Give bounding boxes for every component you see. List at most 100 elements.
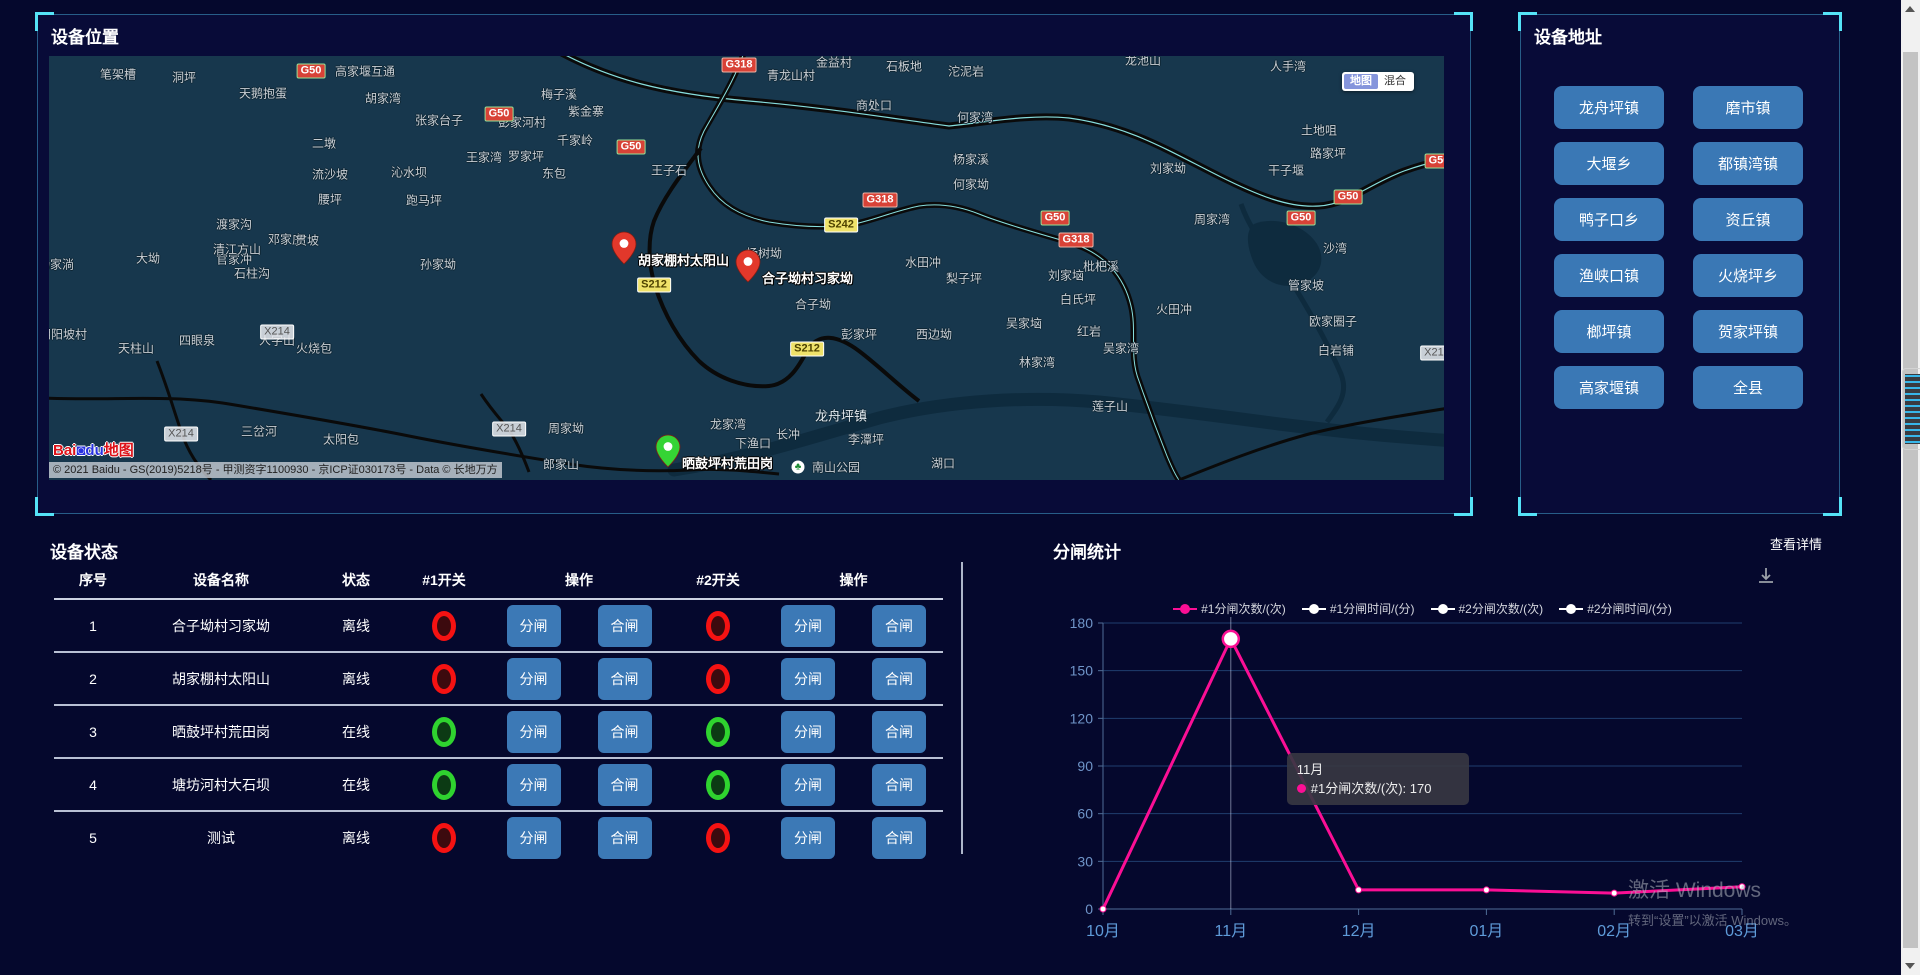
map-pin-label: 合子坳村习家坳 bbox=[762, 268, 853, 287]
map-place-label: 沱泥岩 bbox=[948, 63, 984, 80]
page-scrollbar[interactable] bbox=[1901, 0, 1920, 975]
map-place-label: 笔架槽 bbox=[100, 66, 136, 83]
open-switch-button[interactable]: 分闸 bbox=[507, 711, 561, 753]
svg-text:150: 150 bbox=[1070, 663, 1094, 679]
map-place-label: 阴阳坡村 bbox=[49, 326, 87, 343]
open-switch-button[interactable]: 分闸 bbox=[507, 764, 561, 806]
device-status-table: 序号设备名称状态#1开关操作#2开关操作1合子坳村习家坳离线分闸合闸分闸合闸2胡… bbox=[54, 562, 943, 863]
address-button[interactable]: 榔坪镇 bbox=[1554, 310, 1664, 353]
open-switch-button[interactable]: 分闸 bbox=[781, 711, 835, 753]
close-switch-button[interactable]: 合闸 bbox=[872, 658, 926, 700]
road-badge-g50: G50 bbox=[485, 107, 514, 122]
open-switch-button[interactable]: 分闸 bbox=[781, 764, 835, 806]
map-pin-label: 晒鼓坪村荒田岗 bbox=[682, 453, 773, 472]
switch-lamp-red bbox=[432, 664, 456, 694]
baidu-logo-text: Bai bbox=[53, 442, 76, 459]
map-place-label: 彭家坪 bbox=[841, 326, 877, 343]
road-badge-x214: X214 bbox=[1420, 346, 1444, 361]
svg-text:01月: 01月 bbox=[1469, 923, 1503, 940]
map-place-label: 四眼泉 bbox=[179, 332, 215, 349]
map-place-label: 吴家垴 bbox=[1006, 315, 1042, 332]
road-badge-g50: G50 bbox=[1287, 211, 1316, 226]
windows-activation-watermark: 激活 Windows 转到“设置”以激活 Windows。 bbox=[1628, 874, 1797, 929]
map-place-label: 火田冲 bbox=[1156, 301, 1192, 318]
road-badge-g318: G318 bbox=[1059, 233, 1094, 248]
device-location-panel: 设备位置 笔架槽洞坪高家堰互通青龙山村金益村石板地沱泥岩龙池山人手湾天鹅抱蛋胡家… bbox=[37, 14, 1471, 514]
address-button[interactable]: 资丘镇 bbox=[1693, 198, 1803, 241]
map-pin[interactable] bbox=[655, 434, 681, 468]
map-place-label: 合子坳 bbox=[795, 296, 831, 313]
close-switch-button[interactable]: 合闸 bbox=[598, 658, 652, 700]
map-place-label: 李潭坪 bbox=[848, 431, 884, 448]
close-switch-button[interactable]: 合闸 bbox=[598, 605, 652, 647]
park-icon: ♣ bbox=[792, 461, 805, 474]
svg-text:10月: 10月 bbox=[1086, 923, 1120, 940]
map-place-label: 王家湾 bbox=[466, 149, 502, 166]
address-button[interactable]: 都镇湾镇 bbox=[1693, 142, 1803, 185]
address-panel-title: 设备地址 bbox=[1534, 23, 1602, 48]
scrollbar-up-arrow[interactable] bbox=[1905, 6, 1915, 12]
device-status: 离线 bbox=[310, 616, 402, 636]
close-switch-button[interactable]: 合闸 bbox=[598, 817, 652, 859]
address-button[interactable]: 磨市镇 bbox=[1693, 86, 1803, 129]
close-switch-button[interactable]: 合闸 bbox=[872, 605, 926, 647]
scrollbar-thumb[interactable] bbox=[1903, 52, 1918, 948]
map-type-hybrid[interactable]: 混合 bbox=[1378, 74, 1412, 89]
map-place-label: 渡家沟 bbox=[216, 216, 252, 233]
open-switch-button[interactable]: 分闸 bbox=[781, 658, 835, 700]
close-switch-button[interactable]: 合闸 bbox=[872, 817, 926, 859]
road-badge-g318: G318 bbox=[863, 193, 898, 208]
map-place-label: 林家湾 bbox=[1019, 354, 1055, 371]
address-button[interactable]: 贺家坪镇 bbox=[1693, 310, 1803, 353]
corner-bracket bbox=[1518, 497, 1537, 516]
address-button[interactable]: 大堰乡 bbox=[1554, 142, 1664, 185]
open-switch-button[interactable]: 分闸 bbox=[507, 605, 561, 647]
close-switch-button[interactable]: 合闸 bbox=[598, 764, 652, 806]
map-town-label: 龙舟坪镇 bbox=[815, 406, 867, 425]
close-switch-button[interactable]: 合闸 bbox=[598, 711, 652, 753]
switch-lamp-red bbox=[432, 823, 456, 853]
map-place-label: 下渔口 bbox=[735, 435, 771, 452]
address-button[interactable]: 火烧坪乡 bbox=[1693, 254, 1803, 297]
address-button[interactable]: 高家堰镇 bbox=[1554, 366, 1664, 409]
map-place-label: 干子堰 bbox=[1268, 162, 1304, 179]
road-badge-x214: X214 bbox=[260, 325, 294, 340]
map-place-label: 吴家湾 bbox=[1103, 340, 1139, 357]
map-type-map[interactable]: 地图 bbox=[1344, 74, 1378, 89]
open-switch-button[interactable]: 分闸 bbox=[781, 817, 835, 859]
map-pin[interactable] bbox=[611, 231, 637, 265]
address-button[interactable]: 鸭子口乡 bbox=[1554, 198, 1664, 241]
svg-text:02月: 02月 bbox=[1597, 923, 1631, 940]
svg-text:30: 30 bbox=[1077, 853, 1093, 869]
map-place-label: 跑马坪 bbox=[406, 192, 442, 209]
map-place-label: 水田冲 bbox=[905, 254, 941, 271]
close-switch-button[interactable]: 合闸 bbox=[872, 764, 926, 806]
address-button[interactable]: 全县 bbox=[1693, 366, 1803, 409]
device-status: 在线 bbox=[310, 722, 402, 742]
map-place-label: 胡家湾 bbox=[365, 90, 401, 107]
map-place-label: 欧家圈子 bbox=[1309, 313, 1357, 330]
table-header: 设备名称 bbox=[132, 570, 310, 590]
svg-text:12月: 12月 bbox=[1342, 923, 1376, 940]
baidu-map[interactable]: 笔架槽洞坪高家堰互通青龙山村金益村石板地沱泥岩龙池山人手湾天鹅抱蛋胡家湾梅子溪紫… bbox=[49, 56, 1444, 480]
map-place-label: 贯坡 bbox=[295, 232, 319, 249]
baidu-logo[interactable]: Bai◙du地图 bbox=[53, 439, 134, 460]
device-status: 离线 bbox=[310, 669, 402, 689]
close-switch-button[interactable]: 合闸 bbox=[872, 711, 926, 753]
scrollbar-down-arrow[interactable] bbox=[1905, 963, 1915, 969]
road-badge-s212: S212 bbox=[790, 342, 824, 357]
open-switch-button[interactable]: 分闸 bbox=[781, 605, 835, 647]
corner-bracket bbox=[1454, 12, 1473, 31]
dashboard-page: 设备位置 笔架槽洞坪高家堰互通青龙山村金益村石板地沱泥岩龙池山人手湾天鹅抱蛋胡家… bbox=[0, 0, 1920, 975]
map-place-label: 枇杷溪 bbox=[1083, 258, 1119, 275]
address-button[interactable]: 渔峡口镇 bbox=[1554, 254, 1664, 297]
map-place-label: 沁水坝 bbox=[391, 164, 427, 181]
device-name: 塘坊河村大石坝 bbox=[132, 775, 310, 795]
map-place-label: 路家坪 bbox=[1310, 145, 1346, 162]
map-pin[interactable] bbox=[735, 249, 761, 283]
open-switch-button[interactable]: 分闸 bbox=[507, 817, 561, 859]
map-place-label: 莲子山 bbox=[1092, 398, 1128, 415]
address-button[interactable]: 龙舟坪镇 bbox=[1554, 86, 1664, 129]
open-switch-button[interactable]: 分闸 bbox=[507, 658, 561, 700]
map-copyright: © 2021 Baidu - GS(2019)5218号 - 甲测资字11009… bbox=[49, 462, 502, 478]
